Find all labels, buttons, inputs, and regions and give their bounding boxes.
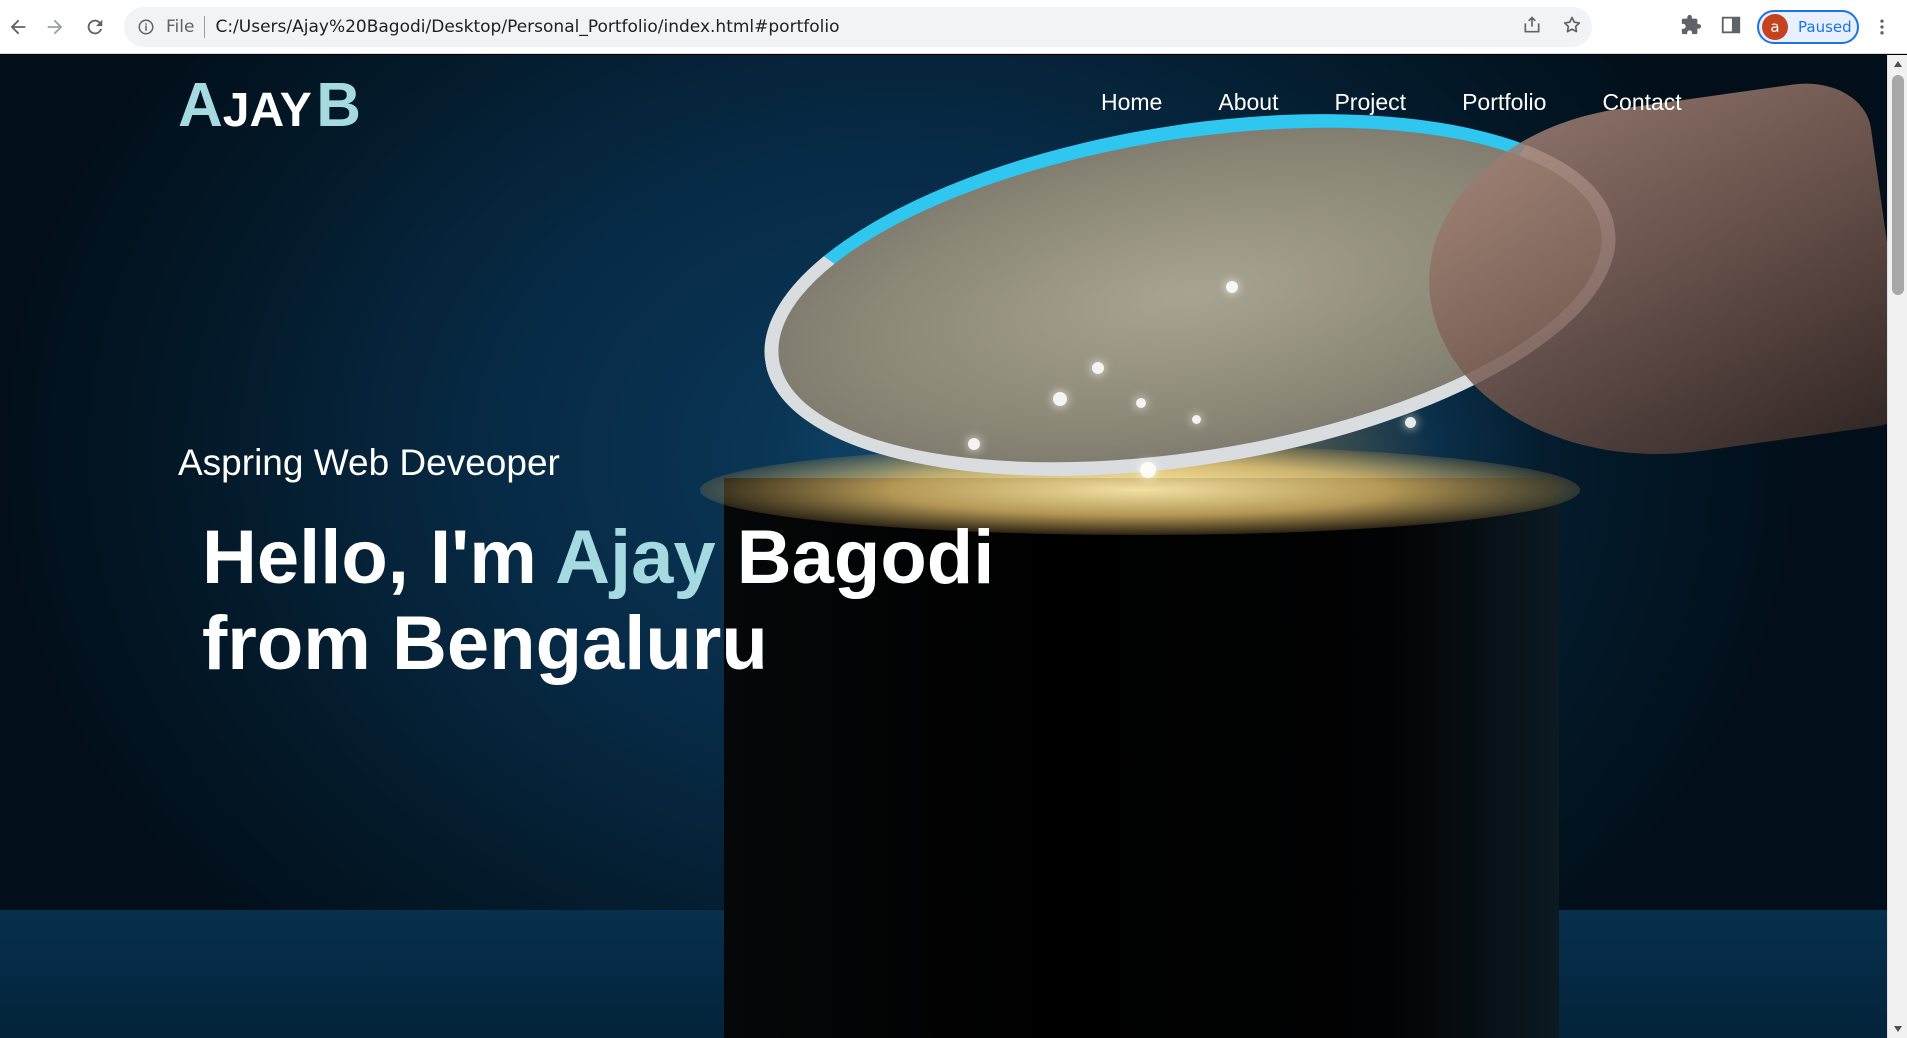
arrow-left-icon [10, 19, 26, 35]
hero-headline: Hello, I'm Ajay Bagodi from Bengaluru [202, 515, 1102, 687]
site-nav: Home About Project Portfolio Contact [1101, 89, 1738, 116]
sparkle [968, 438, 980, 450]
hero-greeting: Hello, I'm [202, 515, 537, 600]
nav-link-project[interactable]: Project [1334, 89, 1406, 116]
share-icon[interactable] [1522, 15, 1542, 40]
arrow-right-icon [47, 19, 63, 35]
star-icon[interactable] [1562, 15, 1582, 40]
nav-link-contact[interactable]: Contact [1602, 89, 1681, 116]
url-text[interactable]: C:/Users/Ajay%20Bagodi/Desktop/Personal_… [215, 17, 839, 37]
sparkle [1140, 462, 1156, 478]
avatar: a [1762, 14, 1788, 40]
profile-button[interactable]: a Paused [1757, 10, 1859, 44]
sparkle [1405, 417, 1416, 428]
kebab-menu-icon[interactable] [1872, 16, 1892, 38]
nav-link-portfolio[interactable]: Portfolio [1462, 89, 1546, 116]
logo-initial: A [178, 71, 223, 140]
nav-link-home[interactable]: Home [1101, 89, 1162, 116]
browser-toolbar: File C:/Users/Ajay%20Bagodi/Desktop/Pers… [0, 0, 1907, 54]
hero-first-name: Ajay [555, 515, 716, 600]
scroll-down-arrow-icon[interactable] [1888, 1020, 1907, 1038]
hero-subtitle: Aspring Web Deveoper [178, 442, 560, 483]
side-panel-icon[interactable] [1720, 14, 1742, 41]
logo-first-name-rest: JAY [222, 84, 312, 137]
sparkle [1192, 415, 1201, 424]
reload-button[interactable] [77, 9, 113, 45]
profile-status: Paused [1798, 18, 1852, 36]
back-button[interactable] [0, 9, 36, 45]
address-bar[interactable]: File C:/Users/Ajay%20Bagodi/Desktop/Pers… [124, 7, 1592, 47]
scroll-up-arrow-icon[interactable] [1888, 55, 1907, 73]
scrollbar-thumb[interactable] [1892, 75, 1904, 295]
hero-last-name: Bagodi [736, 515, 995, 600]
reload-icon [87, 19, 103, 35]
sparkle [1092, 362, 1104, 374]
vertical-scrollbar[interactable] [1887, 55, 1907, 1038]
info-icon[interactable] [136, 17, 156, 37]
hero-location: from Bengaluru [202, 601, 768, 686]
sparkle [1226, 281, 1238, 293]
logo-last-initial: B [316, 71, 361, 140]
forward-button[interactable] [37, 9, 73, 45]
omnibox-divider [204, 16, 206, 38]
sparkle [1136, 398, 1146, 408]
nav-link-about[interactable]: About [1218, 89, 1278, 116]
sparkle [1053, 392, 1067, 406]
site-logo[interactable]: AJAY B [178, 70, 361, 141]
puzzle-icon[interactable] [1680, 14, 1702, 41]
scheme-label: File [166, 17, 195, 37]
page-viewport: AJAY B Home About Project Portfolio Cont… [0, 55, 1887, 1038]
